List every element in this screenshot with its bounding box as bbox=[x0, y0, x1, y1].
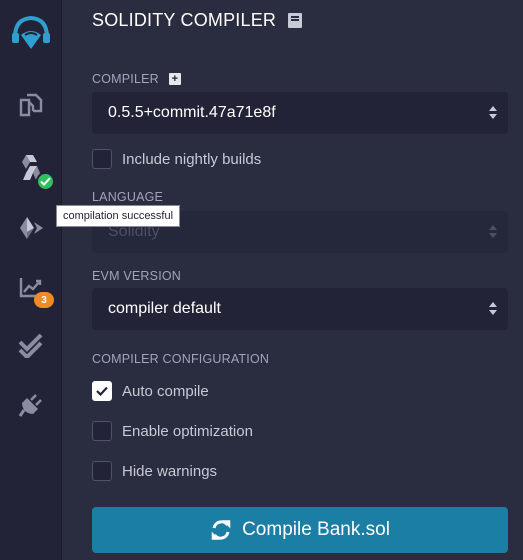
icon-sidebar: 3 bbox=[0, 0, 62, 560]
hide-warnings-label: Hide warnings bbox=[122, 462, 218, 480]
auto-compile-label: Auto compile bbox=[122, 382, 209, 400]
documentation-icon[interactable] bbox=[288, 13, 303, 28]
evm-version-label: EVM VERSION bbox=[92, 269, 182, 283]
plugin-manager-icon[interactable] bbox=[0, 380, 62, 430]
panel-title: SOLIDITY COMPILER bbox=[92, 10, 303, 31]
language-label: LANGUAGE bbox=[92, 190, 164, 204]
hide-warnings-checkbox[interactable] bbox=[92, 461, 112, 481]
enable-optimization-label: Enable optimization bbox=[122, 422, 253, 440]
solidity-compiler-panel: SOLIDITY COMPILER COMPILER + 0.5.5+commi… bbox=[62, 0, 523, 560]
analysis-icon[interactable] bbox=[0, 262, 62, 312]
enable-optimization-row[interactable]: Enable optimization bbox=[92, 421, 253, 441]
select-caret-icon bbox=[488, 301, 498, 317]
unit-testing-icon[interactable] bbox=[0, 321, 62, 371]
compiler-version-select[interactable]: 0.5.5+commit.47a71e8f bbox=[92, 92, 508, 134]
file-explorer-icon[interactable] bbox=[0, 80, 62, 130]
panel-title-text: SOLIDITY COMPILER bbox=[92, 10, 277, 30]
compiler-version-value: 0.5.5+commit.47a71e8f bbox=[108, 104, 276, 121]
evm-version-value: compiler default bbox=[108, 300, 221, 317]
compile-button[interactable]: Compile Bank.sol bbox=[92, 507, 508, 553]
nightly-builds-checkbox[interactable] bbox=[92, 149, 112, 169]
add-compiler-icon[interactable]: + bbox=[168, 73, 181, 85]
nightly-builds-label: Include nightly builds bbox=[122, 150, 262, 168]
compilation-status-tooltip: compilation successful bbox=[56, 205, 181, 227]
refresh-icon bbox=[211, 520, 231, 540]
compile-success-icon bbox=[36, 172, 55, 191]
nightly-builds-row[interactable]: Include nightly builds bbox=[92, 149, 261, 169]
hide-warnings-row[interactable]: Hide warnings bbox=[92, 461, 217, 481]
remix-logo-icon[interactable] bbox=[0, 8, 62, 58]
select-caret-icon bbox=[488, 224, 498, 240]
compiler-configuration-label: COMPILER CONFIGURATION bbox=[92, 352, 270, 366]
compiler-label-row: COMPILER + bbox=[92, 72, 181, 86]
analysis-count-badge: 3 bbox=[34, 292, 54, 308]
deploy-run-icon[interactable] bbox=[0, 203, 62, 253]
checkmark-icon bbox=[96, 386, 108, 396]
evm-version-select[interactable]: compiler default bbox=[92, 288, 508, 330]
select-caret-icon bbox=[488, 105, 498, 121]
compile-button-label: Compile Bank.sol bbox=[242, 519, 390, 540]
enable-optimization-checkbox[interactable] bbox=[92, 421, 112, 441]
compiler-label: COMPILER bbox=[92, 72, 159, 86]
auto-compile-checkbox[interactable] bbox=[92, 381, 112, 401]
auto-compile-row[interactable]: Auto compile bbox=[92, 381, 209, 401]
